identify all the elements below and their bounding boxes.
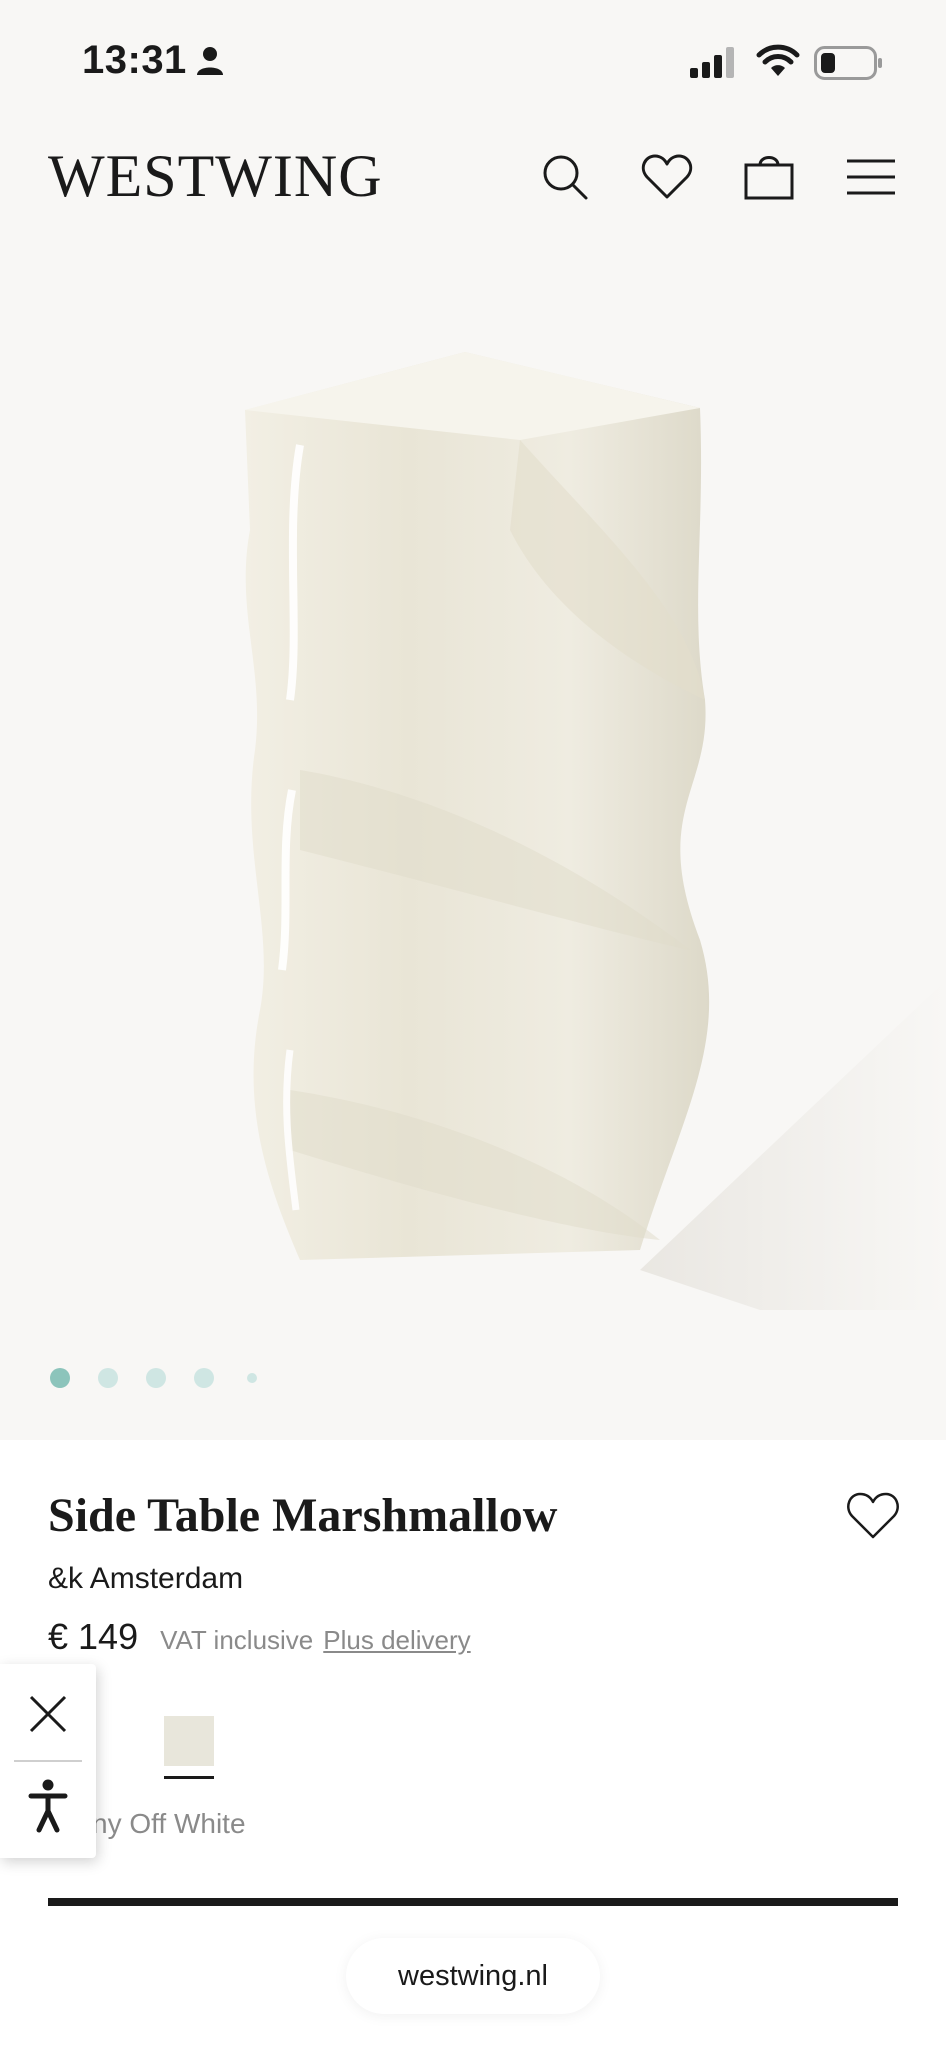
heart-icon[interactable] (638, 148, 696, 206)
signal-icon (690, 46, 738, 83)
carousel-dot[interactable] (247, 1373, 257, 1383)
close-icon[interactable] (18, 1684, 78, 1744)
battery-icon (814, 46, 884, 85)
person-icon (196, 46, 224, 81)
product-gallery[interactable] (0, 230, 946, 1440)
color-swatch[interactable] (164, 1716, 214, 1766)
status-time: 13:31 (82, 38, 187, 82)
add-to-cart-bar[interactable] (48, 1898, 898, 1906)
accessibility-widget (0, 1664, 96, 1858)
product-image[interactable] (0, 230, 946, 1440)
menu-icon[interactable] (842, 148, 900, 206)
color-name: ny Off White (92, 1808, 246, 1839)
carousel-dots (50, 1368, 285, 1388)
swatch-selected-indicator (164, 1776, 214, 1779)
westwing-logo[interactable]: WESTWING (48, 142, 383, 211)
product-brand[interactable]: &k Amsterdam (48, 1562, 243, 1596)
product-price: € 149 (48, 1616, 139, 1657)
vat-text: VAT inclusive (160, 1625, 314, 1655)
wishlist-heart-icon[interactable] (846, 1492, 900, 1542)
carousel-dot[interactable] (50, 1368, 70, 1388)
widget-divider (14, 1760, 82, 1762)
carousel-dot[interactable] (146, 1368, 166, 1388)
carousel-dot[interactable] (194, 1368, 214, 1388)
delivery-link[interactable]: Plus delivery (323, 1625, 470, 1656)
price-row: € 149 VAT inclusive Plus delivery (48, 1616, 471, 1658)
bag-icon[interactable] (740, 148, 798, 206)
search-icon[interactable] (536, 148, 594, 206)
status-bar: 13:31 (0, 0, 946, 120)
product-title: Side Table Marshmallow (48, 1489, 558, 1542)
site-header: WESTWING (0, 120, 946, 230)
browser-url-bar[interactable]: westwing.nl (346, 1938, 600, 2014)
wifi-icon (756, 44, 800, 83)
carousel-dot[interactable] (98, 1368, 118, 1388)
accessibility-icon[interactable] (18, 1774, 78, 1838)
